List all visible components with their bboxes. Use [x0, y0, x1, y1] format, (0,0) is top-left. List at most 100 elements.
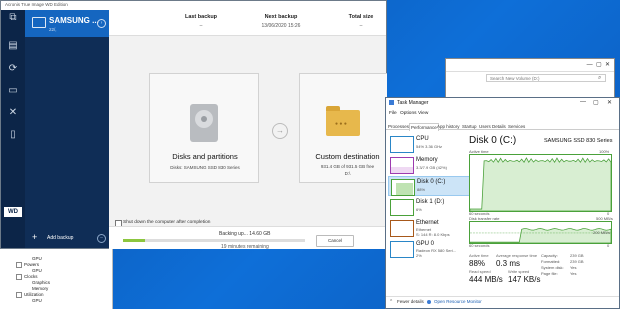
- gpu-mini-graph: [390, 241, 414, 258]
- tree-item[interactable]: GPU: [32, 256, 42, 261]
- memory-mini-graph: [390, 157, 414, 174]
- task-manager-icon: [389, 100, 394, 105]
- perf-item-sub: 54% 3.36 GHz: [416, 144, 443, 149]
- tools-icon[interactable]: ✕: [6, 107, 20, 119]
- tab-app-history[interactable]: App history: [437, 123, 460, 130]
- nav-rail: ⧉ ▤ ⟳ ▭ ✕ ▯ WD: [1, 10, 25, 248]
- tab-performance[interactable]: Performance: [409, 123, 439, 131]
- perf-item-ethernet[interactable]: Ethernet Ethernet S: 144 R: 8.0 Kbps: [388, 218, 470, 238]
- ethernet-mini-graph: [390, 220, 414, 237]
- tree-item[interactable]: Powers: [24, 262, 39, 267]
- tree-toggle-icon[interactable]: [16, 262, 22, 268]
- perf-item-disk0[interactable]: Disk 0 (C:) 88%: [388, 176, 470, 196]
- book-icon[interactable]: ▯: [6, 129, 20, 141]
- chevron-right-icon[interactable]: ›: [97, 19, 106, 28]
- menu-view[interactable]: View: [418, 111, 428, 116]
- perf-item-sub2: S: 144 R: 8.0 Kbps: [416, 232, 450, 237]
- task-manager-title: Task Manager: [397, 100, 429, 106]
- arrow-right-icon: →: [272, 123, 288, 139]
- metric-write-label: Write speed: [508, 269, 530, 274]
- tab-startup[interactable]: Startup: [462, 123, 477, 130]
- open-resource-monitor-link[interactable]: Open Resource Monitor: [434, 299, 482, 304]
- dashboard-icon[interactable]: ▭: [6, 85, 20, 97]
- menu-file[interactable]: File: [389, 111, 397, 116]
- perf-item-title: GPU 0: [416, 241, 435, 247]
- last-backup-value: –: [199, 23, 203, 29]
- destination-card[interactable]: ● ● ● Custom destination 931.4 GB of 931…: [299, 73, 387, 183]
- tab-processes[interactable]: Processes: [388, 123, 409, 130]
- menu-options[interactable]: Options: [400, 111, 417, 116]
- maximize-icon[interactable]: ▢: [593, 99, 599, 106]
- tree-item[interactable]: GPU: [32, 268, 42, 273]
- tree-item[interactable]: Clocks: [24, 274, 38, 279]
- disk-model: SAMSUNG SSD 830 Series: [544, 138, 613, 144]
- cancel-button[interactable]: Cancel: [316, 235, 354, 247]
- chevron-up-icon[interactable]: ⌃: [389, 299, 393, 305]
- search-icon: ⌕: [598, 75, 602, 81]
- destination-title: Custom destination: [315, 152, 380, 161]
- tab-details[interactable]: Details: [492, 123, 506, 130]
- add-backup-label: Add backup: [47, 235, 74, 241]
- stats-header: Last backup – Next backup 13/06/2020 15:…: [109, 10, 386, 36]
- cpu-mini-graph: [390, 136, 414, 153]
- metric-read-label: Read speed: [469, 269, 491, 274]
- wd-logo: WD: [4, 207, 22, 217]
- metric-response-value: 0.3 ms: [496, 259, 521, 268]
- progress-bar: [123, 239, 305, 242]
- tree-item[interactable]: Graphics: [32, 280, 50, 285]
- explorer-window-controls[interactable]: — ▢ ✕: [587, 61, 610, 68]
- tree-item[interactable]: Memory: [32, 286, 48, 291]
- metric-read-value: 444 MB/s: [469, 275, 503, 284]
- perf-item-title: Disk 1 (D:): [416, 199, 445, 205]
- perf-item-title: Memory: [416, 157, 438, 163]
- add-backup-button[interactable]: + Add backup –: [25, 231, 109, 245]
- last-backup-label: Last backup: [184, 14, 218, 20]
- perf-item-gpu0[interactable]: GPU 0 Radeon RX 580 Seri... 2%: [388, 239, 470, 259]
- backup-name: SAMSUNG ...: [49, 16, 99, 25]
- hard-drive-icon: [190, 104, 218, 142]
- menu-bar: File Options View: [386, 110, 619, 119]
- sync-icon[interactable]: ⟳: [6, 63, 20, 75]
- backup-icon[interactable]: ⧉: [6, 12, 20, 24]
- main-panel: Last backup – Next backup 13/06/2020 15:…: [109, 10, 387, 250]
- prop-capacity-value: 239 GB: [570, 253, 584, 258]
- prop-formatted-label: Formatted:: [541, 259, 561, 264]
- perf-item-disk1[interactable]: Disk 1 (D:) 6%: [388, 197, 470, 217]
- tab-services[interactable]: Services: [508, 123, 525, 130]
- prop-system-value: Yes: [570, 265, 577, 270]
- next-backup-label: Next backup: [264, 14, 298, 20]
- minimize-icon[interactable]: —: [580, 99, 586, 105]
- chevron-icon[interactable]: –: [97, 234, 106, 243]
- backup-item-selected[interactable]: SAMSUNG ... 22/, ›: [25, 10, 109, 37]
- remaining-time: 19 minutes remaining: [221, 244, 269, 250]
- progress-fill: [123, 239, 145, 242]
- transfer-rate-graph: [469, 221, 612, 244]
- search-input[interactable]: Search New Volume (D:): [486, 74, 606, 82]
- fewer-details-link[interactable]: Fewer details: [397, 299, 424, 304]
- tree-item[interactable]: GPU: [32, 298, 42, 303]
- metric-active-label: Active time: [469, 253, 489, 258]
- gpu-info-window: GPU Powers GPU Clocks Graphics Memory Ut…: [0, 248, 113, 309]
- source-card[interactable]: Disks and partitions Disks: SAMSUNG SSD …: [149, 73, 259, 183]
- tree-toggle-icon[interactable]: [16, 274, 22, 280]
- seconds-label-2: 60 seconds: [469, 243, 490, 248]
- tab-users[interactable]: Users: [479, 123, 491, 130]
- source-subtitle: Disks: SAMSUNG SSD 830 Series: [170, 165, 240, 170]
- disk0-mini-graph: [391, 179, 415, 196]
- perf-item-memory[interactable]: Memory 3.3/7.9 GB (42%): [388, 155, 470, 175]
- tree-toggle-icon[interactable]: [16, 292, 22, 298]
- disk1-mini-graph: [390, 199, 414, 216]
- task-manager-window: Task Manager — ▢ ✕ File Options View Pro…: [385, 97, 620, 309]
- archive-icon[interactable]: ▤: [6, 40, 20, 52]
- perf-item-title: Ethernet: [416, 220, 439, 226]
- close-icon[interactable]: ✕: [607, 99, 612, 106]
- perf-item-sub: 6%: [416, 207, 422, 212]
- destination-free: 931.4 GB of 931.5 GB free: [320, 164, 375, 169]
- transfer-mid-label: 200 MB/s: [593, 230, 610, 235]
- disk-title: Disk 0 (C:): [469, 135, 517, 146]
- shutdown-label: Shut down the computer after completion: [123, 220, 211, 225]
- perf-item-cpu[interactable]: CPU 54% 3.36 GHz: [388, 134, 470, 154]
- tree-item[interactable]: Utilization: [24, 292, 44, 297]
- perf-item-sub2: 2%: [416, 253, 422, 258]
- axis-zero-2: 0: [607, 243, 610, 248]
